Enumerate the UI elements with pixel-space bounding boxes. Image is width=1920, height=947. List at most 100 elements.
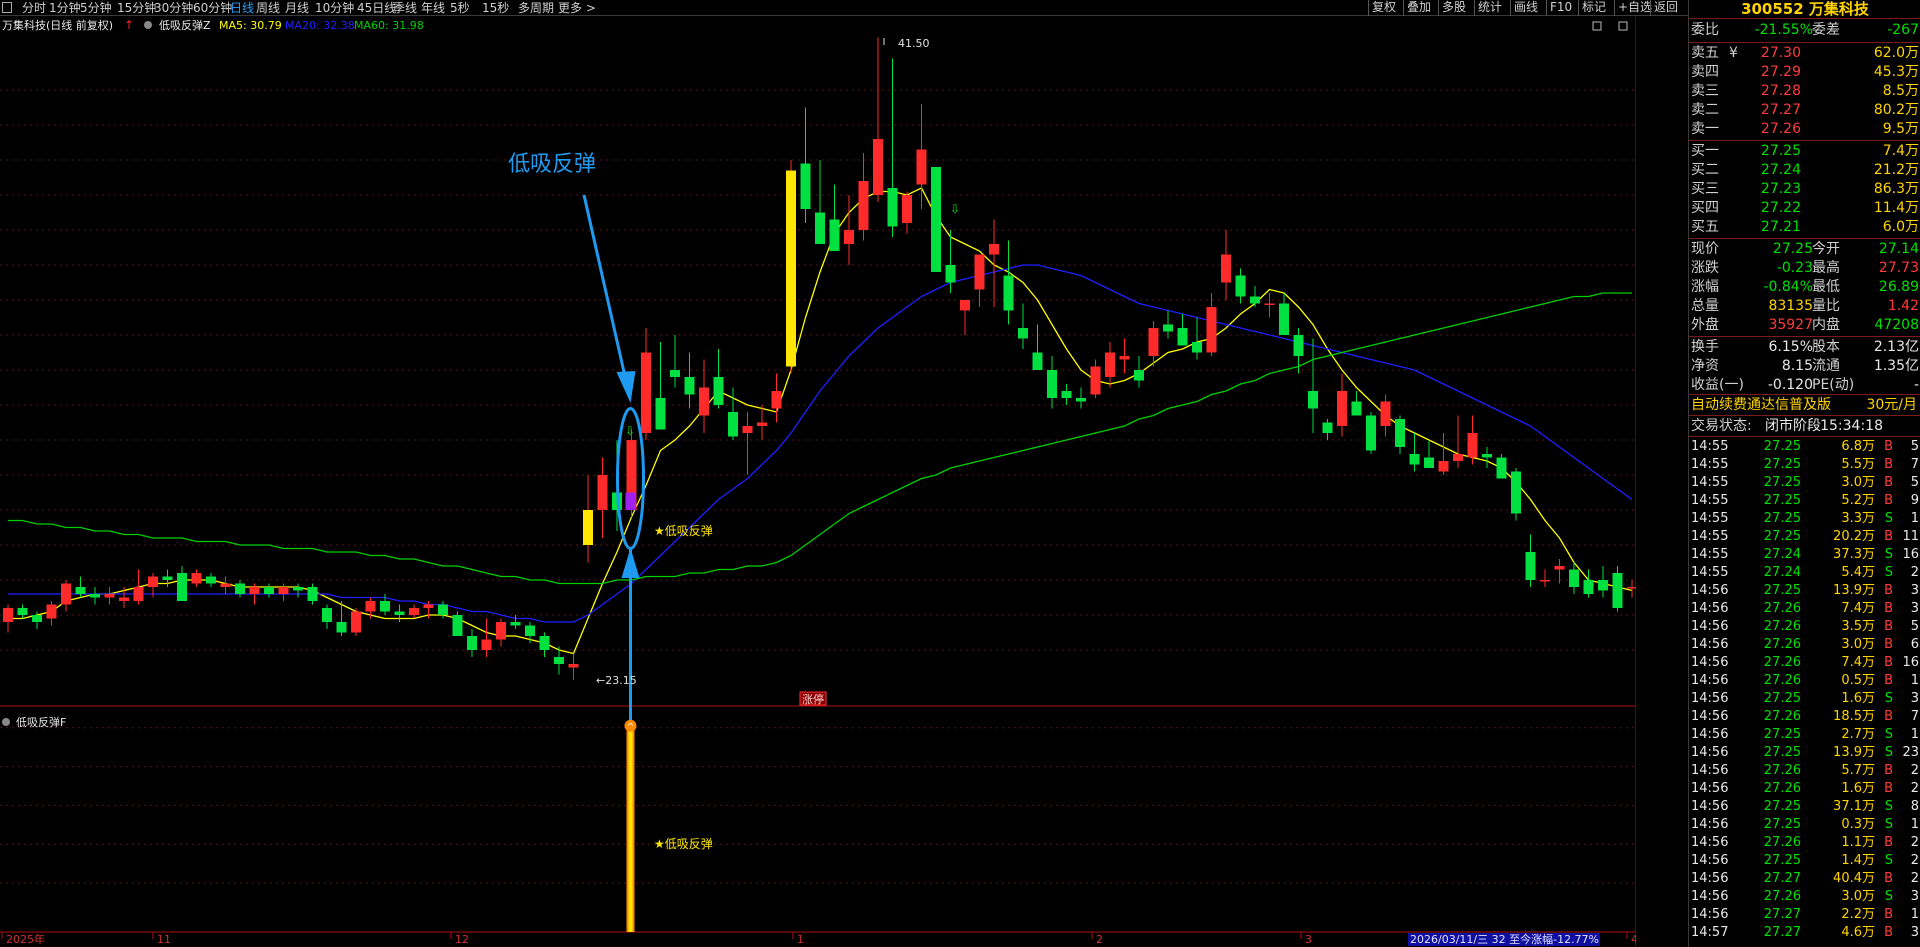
candle-body[interactable] [713, 377, 724, 405]
candle-body[interactable] [1482, 454, 1492, 458]
panel-toggle-icon[interactable] [2, 2, 12, 13]
candle-body[interactable] [945, 265, 956, 283]
candle-body[interactable] [17, 608, 28, 615]
candle-body[interactable] [974, 254, 985, 290]
candle-body[interactable] [655, 398, 666, 430]
candle-body[interactable] [641, 352, 651, 434]
candle-body[interactable] [220, 583, 231, 588]
candle-body[interactable] [1003, 275, 1014, 311]
candle-body[interactable] [728, 412, 738, 437]
candle-body[interactable] [61, 583, 71, 605]
toolbar-action-button[interactable]: 标记 [1578, 0, 1609, 16]
candle-body[interactable] [1525, 552, 1536, 580]
candle-body[interactable] [1395, 419, 1405, 447]
candle-body[interactable] [554, 657, 564, 664]
candle-body[interactable] [1293, 335, 1304, 356]
period-tab[interactable]: 5分钟 [80, 1, 112, 15]
period-tab[interactable]: 15秒 [482, 1, 509, 15]
toolbar-action-button[interactable]: 返回 [1650, 0, 1681, 16]
period-tab[interactable]: 60分钟 [193, 1, 232, 15]
candle-body[interactable] [1322, 422, 1333, 434]
ask-row[interactable]: 卖一 27.26 9.5万 [1689, 120, 1920, 139]
promo-row[interactable]: 自动续费通达信普及版 30元/月 [1689, 396, 1920, 415]
period-tab[interactable]: 周线 [256, 1, 280, 15]
candle-body[interactable] [539, 636, 550, 650]
candle-body[interactable] [1438, 461, 1449, 472]
period-tab[interactable]: 10分钟 [315, 1, 354, 15]
period-tab[interactable]: 30分钟 [154, 1, 193, 15]
candle-body[interactable] [1554, 566, 1565, 570]
bid-row[interactable]: 买三 27.23 86.3万 [1689, 180, 1920, 199]
candle-body[interactable] [568, 664, 579, 668]
candle-body[interactable] [873, 139, 883, 195]
candle-body[interactable] [670, 370, 680, 377]
candle-body[interactable] [1380, 401, 1391, 427]
candle-body[interactable] [3, 608, 13, 622]
candle-body[interactable] [771, 391, 782, 409]
candle-body[interactable] [1279, 303, 1289, 336]
candle-body[interactable] [1148, 328, 1159, 356]
promo-text[interactable]: 自动续费通达信普及版 [1691, 396, 1831, 415]
candle-body[interactable] [597, 475, 608, 510]
candle-body[interactable] [960, 300, 970, 311]
candle-body[interactable] [235, 583, 245, 595]
period-tab[interactable]: 年线 [421, 1, 445, 15]
candle-body[interactable] [336, 622, 347, 633]
toolbar-action-button[interactable]: 叠加 [1403, 0, 1434, 16]
toolbar-action-button[interactable]: 画线 [1510, 0, 1541, 16]
candle-body[interactable] [1032, 352, 1043, 371]
candle-body[interactable] [191, 573, 202, 584]
candle-body[interactable] [1351, 401, 1362, 416]
toolbar-action-button[interactable]: 统计 [1474, 0, 1505, 16]
candle-body[interactable] [423, 604, 434, 609]
candle-body[interactable] [699, 387, 709, 416]
candle-body[interactable] [1192, 342, 1202, 353]
toolbar-action-button[interactable]: 复权 [1368, 0, 1399, 16]
candle-body[interactable] [322, 608, 332, 622]
candle-body[interactable] [148, 576, 158, 588]
candle-body[interactable] [1105, 352, 1115, 378]
candle-body[interactable] [1511, 471, 1521, 514]
sub-indicator-dropdown-icon[interactable] [2, 718, 10, 726]
candle-body[interactable] [1221, 254, 1231, 283]
candle-body[interactable] [206, 576, 216, 584]
candle-body[interactable] [380, 601, 390, 612]
candle-body[interactable] [1453, 454, 1463, 461]
candle-body[interactable] [844, 230, 854, 244]
bid-row[interactable]: 买四 27.22 11.4万 [1689, 199, 1920, 218]
candle-body[interactable] [1018, 328, 1028, 339]
candle-body[interactable] [858, 181, 869, 230]
period-tab[interactable]: 45日线 [357, 1, 396, 15]
candle-body[interactable] [1496, 457, 1507, 479]
candle-body[interactable] [916, 149, 927, 185]
candle-body[interactable] [1163, 324, 1173, 332]
period-tab[interactable]: 日线 [230, 1, 254, 15]
candle-body[interactable] [119, 597, 129, 602]
candle-body[interactable] [162, 576, 173, 581]
bid-row[interactable]: 买二 27.24 21.2万 [1689, 161, 1920, 180]
candle-body[interactable] [525, 625, 535, 637]
candle-body[interactable] [1583, 580, 1594, 594]
candle-body[interactable] [278, 587, 289, 594]
bid-row[interactable]: 买五 27.21 6.0万 [1689, 218, 1920, 237]
candle-body[interactable] [800, 163, 811, 210]
ask-row[interactable]: 卖四 27.29 45.3万 [1689, 63, 1920, 82]
candle-body[interactable] [757, 422, 767, 427]
candle-body[interactable] [481, 639, 492, 651]
candle-body[interactable] [1206, 307, 1217, 353]
period-tab[interactable]: 更多 > [558, 1, 596, 15]
toolbar-action-button[interactable]: +自选 [1614, 0, 1655, 16]
candle-body[interactable] [1047, 370, 1057, 398]
toolbar-action-button[interactable]: F10 [1546, 0, 1575, 16]
candle-body[interactable] [32, 615, 42, 622]
candle-body[interactable] [829, 219, 840, 252]
candle-body[interactable] [104, 594, 115, 598]
period-tab[interactable]: 5秒 [450, 1, 470, 15]
ask-row[interactable]: 卖三 27.28 8.5万 [1689, 82, 1920, 101]
candle-body[interactable] [1061, 391, 1072, 398]
period-tab[interactable]: 1分钟 [49, 1, 81, 15]
bid-row[interactable]: 买一 27.25 7.4万 [1689, 142, 1920, 161]
candle-body[interactable] [1467, 433, 1478, 458]
candle-body[interactable] [742, 426, 753, 433]
candle-body[interactable] [931, 167, 941, 272]
